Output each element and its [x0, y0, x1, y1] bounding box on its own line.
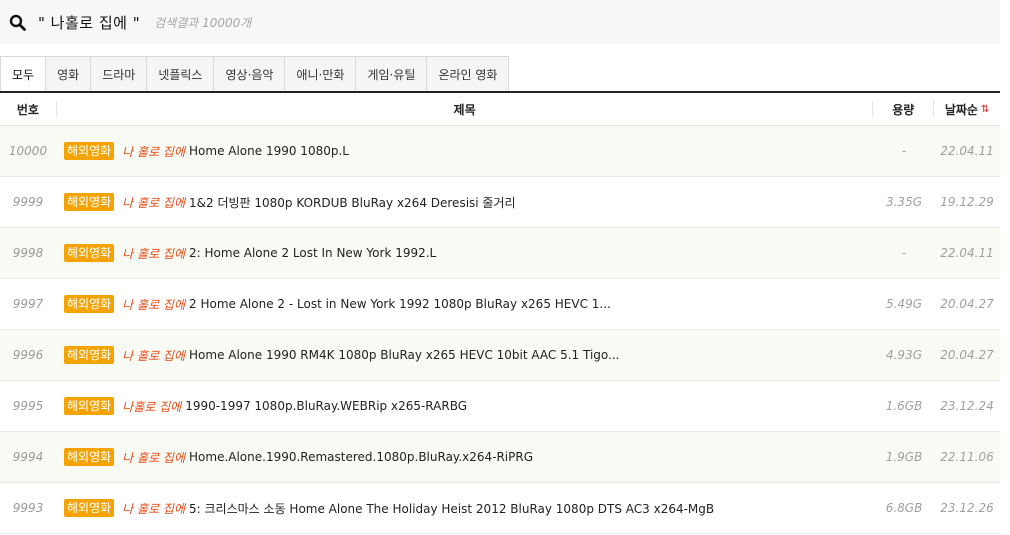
- row-title-text: 1990-1997 1080p.BluRay.WEBRip x265-RARBG: [185, 399, 468, 413]
- row-date: 20.04.27: [940, 297, 994, 311]
- tab-drama[interactable]: 드라마: [91, 57, 148, 93]
- header-date-label: 날짜순: [944, 102, 978, 117]
- category-tabs: 모두 영화 드라마 넷플릭스 영상·음악 애니·만화 게임·유틸 온라인 영화: [0, 56, 510, 93]
- category-badge: 해외영화: [64, 397, 115, 415]
- row-title-link[interactable]: 해외영화 나 홀로 집에 2 Home Alone 2 - Lost in Ne…: [56, 295, 874, 313]
- search-icon[interactable]: [8, 13, 26, 31]
- keyword-highlight: 나 홀로 집에: [122, 144, 186, 159]
- search-bar: " 나홀로 집에 " 검색결과 10000개: [0, 0, 1000, 44]
- category-badge: 해외영화: [64, 295, 115, 313]
- row-date: 22.04.11: [940, 144, 994, 158]
- table-header: 번호 제목 용량 날짜순 ⇅: [0, 93, 1000, 126]
- row-number: 9995: [12, 399, 44, 413]
- table-row[interactable]: 9998 해외영화 나 홀로 집에 2: Home Alone 2 Lost I…: [0, 228, 1000, 279]
- row-size: 1.9GB: [885, 450, 923, 464]
- row-number: 9996: [12, 348, 44, 362]
- table-row[interactable]: 10000 해외영화 나 홀로 집에 Home Alone 1990 1080p…: [0, 126, 1000, 177]
- row-size: -: [901, 144, 907, 158]
- header-date-sort[interactable]: 날짜순 ⇅: [934, 101, 1000, 117]
- category-badge: 해외영화: [64, 142, 115, 160]
- row-title-text: Home Alone 1990 1080p.L: [189, 144, 349, 158]
- keyword-highlight: 나 홀로 집에: [122, 348, 186, 363]
- header-size[interactable]: 용량: [873, 101, 935, 117]
- row-title-text: 1&2 더빙판 1080p KORDUB BluRay x264 Deresis…: [189, 195, 516, 210]
- tab-netflix[interactable]: 넷플릭스: [147, 57, 215, 93]
- row-title-text: Home Alone 1990 RM4K 1080p BluRay x265 H…: [189, 348, 620, 362]
- row-number: 10000: [8, 144, 48, 158]
- row-size: 3.35G: [885, 195, 923, 209]
- search-query[interactable]: " 나홀로 집에 ": [38, 12, 140, 33]
- row-size: 5.49G: [885, 297, 923, 311]
- result-count: 검색결과 10000개: [154, 15, 252, 30]
- tab-all[interactable]: 모두: [1, 57, 47, 93]
- keyword-highlight: 나 홀로 집에: [122, 450, 186, 465]
- table-row[interactable]: 9997 해외영화 나 홀로 집에 2 Home Alone 2 - Lost …: [0, 279, 1000, 330]
- row-title-text: 2: Home Alone 2 Lost In New York 1992.L: [189, 246, 437, 260]
- row-size: -: [901, 246, 907, 260]
- keyword-highlight: 나 홀로 집에: [122, 501, 186, 516]
- category-badge: 해외영화: [64, 244, 115, 262]
- table-row[interactable]: 9996 해외영화 나 홀로 집에 Home Alone 1990 RM4K 1…: [0, 330, 1000, 381]
- row-title-text: 5: 크리스마스 소동 Home Alone The Holiday Heist…: [189, 501, 715, 516]
- table-row[interactable]: 9995 해외영화 나홀로 집에 1990-1997 1080p.BluRay.…: [0, 381, 1000, 432]
- row-title-link[interactable]: 해외영화 나 홀로 집에 Home.Alone.1990.Remastered.…: [56, 448, 874, 466]
- category-badge: 해외영화: [64, 499, 115, 517]
- row-title-link[interactable]: 해외영화 나 홀로 집에 5: 크리스마스 소동 Home Alone The …: [56, 499, 874, 517]
- row-number: 9998: [12, 246, 44, 260]
- header-number[interactable]: 번호: [0, 101, 57, 117]
- header-title[interactable]: 제목: [57, 101, 874, 117]
- tab-movie[interactable]: 영화: [46, 57, 92, 93]
- table-row[interactable]: 9999 해외영화 나 홀로 집에 1&2 더빙판 1080p KORDUB B…: [0, 177, 1000, 228]
- row-date: 20.04.27: [940, 348, 994, 362]
- sort-icon[interactable]: ⇅: [981, 104, 989, 115]
- row-size: 6.8GB: [885, 501, 923, 515]
- row-date: 19.12.29: [940, 195, 994, 209]
- results-table: 번호 제목 용량 날짜순 ⇅ 10000 해외영화 나 홀로 집에 Home A…: [0, 91, 1000, 534]
- row-size: 1.6GB: [885, 399, 923, 413]
- row-number: 9997: [12, 297, 44, 311]
- row-date: 22.04.11: [940, 246, 994, 260]
- category-badge: 해외영화: [64, 448, 115, 466]
- category-badge: 해외영화: [64, 346, 115, 364]
- tab-video-music[interactable]: 영상·음악: [214, 57, 286, 93]
- row-title-link[interactable]: 해외영화 나홀로 집에 1990-1997 1080p.BluRay.WEBRi…: [56, 397, 874, 415]
- tab-game-util[interactable]: 게임·유틸: [356, 57, 428, 93]
- table-row[interactable]: 9994 해외영화 나 홀로 집에 Home.Alone.1990.Remast…: [0, 432, 1000, 483]
- row-title-text: Home.Alone.1990.Remastered.1080p.BluRay.…: [189, 450, 534, 464]
- keyword-highlight: 나 홀로 집에: [122, 246, 186, 261]
- row-date: 22.11.06: [940, 450, 994, 464]
- row-size: 4.93G: [885, 348, 923, 362]
- category-badge: 해외영화: [64, 193, 115, 211]
- table-row[interactable]: 9993 해외영화 나 홀로 집에 5: 크리스마스 소동 Home Alone…: [0, 483, 1000, 534]
- row-number: 9993: [12, 501, 44, 515]
- row-title-link[interactable]: 해외영화 나 홀로 집에 2: Home Alone 2 Lost In New…: [56, 244, 874, 262]
- tab-anime-comics[interactable]: 애니·만화: [285, 57, 357, 93]
- row-title-link[interactable]: 해외영화 나 홀로 집에 Home Alone 1990 RM4K 1080p …: [56, 346, 874, 364]
- row-title-link[interactable]: 해외영화 나 홀로 집에 1&2 더빙판 1080p KORDUB BluRay…: [56, 193, 874, 211]
- row-number: 9994: [12, 450, 44, 464]
- row-title-link[interactable]: 해외영화 나 홀로 집에 Home Alone 1990 1080p.L: [56, 142, 874, 160]
- tab-online-movie[interactable]: 온라인 영화: [427, 57, 510, 93]
- row-number: 9999: [12, 195, 44, 209]
- row-date: 23.12.26: [940, 501, 994, 515]
- keyword-highlight: 나 홀로 집에: [122, 195, 186, 210]
- row-title-text: 2 Home Alone 2 - Lost in New York 1992 1…: [189, 297, 611, 311]
- keyword-highlight: 나홀로 집에: [122, 399, 182, 414]
- row-date: 23.12.24: [940, 399, 994, 413]
- keyword-highlight: 나 홀로 집에: [122, 297, 186, 312]
